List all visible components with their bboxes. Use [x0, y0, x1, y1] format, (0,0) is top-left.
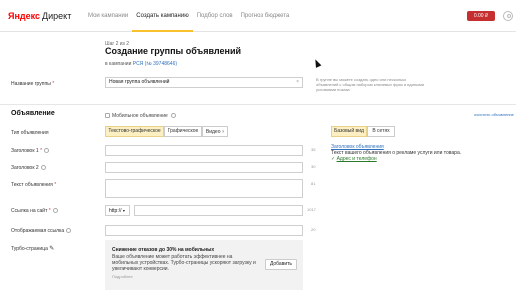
main-menu: Мои кампании Создать кампанию Подбор сло…: [84, 0, 293, 32]
turbo-title: Снижение отказов до 30% на мобильных: [112, 247, 215, 253]
campaign-prefix: в кампании: [105, 61, 132, 67]
ad-type-label: Тип объявления: [11, 130, 49, 136]
menu-my-campaigns[interactable]: Мои кампании: [84, 0, 132, 32]
url-input[interactable]: [134, 205, 303, 216]
help-icon[interactable]: [66, 228, 72, 234]
turbo-body: Ваше объявление может работать эффективн…: [112, 254, 256, 272]
menu-keyword-planner[interactable]: Подбор слов: [193, 0, 237, 32]
page-title: Создание группы объявлений: [105, 46, 242, 56]
preview-tab-networks[interactable]: В сетях: [367, 126, 395, 137]
help-icon[interactable]: [44, 148, 50, 154]
chevron-down-icon: ▾: [122, 208, 125, 213]
mouse-cursor: [312, 58, 322, 68]
url-label: Ссылка на сайт *: [11, 208, 58, 214]
divider: [0, 104, 516, 105]
type-video[interactable]: Видео ?: [202, 126, 228, 137]
ad-section-title: Объявление: [11, 110, 55, 117]
display-url-input[interactable]: [105, 225, 303, 236]
turbo-label: Турбо-страница ✎: [11, 246, 55, 252]
group-name-label: Название группы *: [11, 81, 55, 87]
clear-icon[interactable]: ×: [296, 78, 299, 87]
display-url-label: Отображаемая ссылка: [11, 228, 72, 234]
edit-icon[interactable]: ✎: [49, 246, 54, 252]
headline2-label: Заголовок 2: [11, 165, 46, 171]
preview-contact: ✓ Адрес и телефон: [331, 156, 377, 162]
mobile-ad-checkbox[interactable]: [105, 113, 110, 118]
help-icon[interactable]: [171, 113, 177, 119]
turbo-add-button[interactable]: Добавить: [265, 259, 297, 270]
campaign-line: в кампании РСЯ (№ 39748646): [105, 61, 177, 67]
top-bar: Яндекс Директ Мои кампании Создать кампа…: [0, 0, 516, 32]
headline1-label: Заголовок 1 *: [11, 148, 50, 154]
ad-text-counter: 81: [311, 181, 316, 186]
headline2-input[interactable]: [105, 162, 303, 173]
mobile-ad-label: Мобильное объявление: [112, 113, 177, 119]
campaign-link[interactable]: РСЯ (№ 39748646): [133, 61, 177, 67]
headline1-input[interactable]: [105, 145, 303, 156]
help-icon[interactable]: [52, 208, 58, 214]
headline1-counter: 35: [311, 147, 316, 152]
logo-yandex: Яндекс: [8, 11, 41, 21]
clear-ad-link[interactable]: очистить объявление: [474, 112, 514, 117]
turbo-more-link[interactable]: Подробнее: [112, 274, 133, 279]
type-text-image[interactable]: Текстово-графическое: [105, 126, 164, 137]
ad-text-label: Текст объявления *: [11, 182, 57, 188]
ad-text-input[interactable]: [105, 179, 303, 198]
help-icon[interactable]: [40, 165, 46, 171]
menu-create-campaign[interactable]: Создать кампанию: [132, 0, 193, 32]
url-protocol-select[interactable]: http:// ▾: [105, 205, 130, 216]
headline2-counter: 30: [311, 164, 316, 169]
user-icon[interactable]: [503, 11, 513, 21]
group-note: В группе вы можете создать одно или неск…: [316, 77, 424, 92]
type-image[interactable]: Графическое: [164, 126, 202, 137]
group-name-input[interactable]: Новая группа объявлений ×: [105, 77, 303, 88]
url-counter: 1017: [307, 207, 316, 212]
logo[interactable]: Яндекс Директ: [8, 10, 71, 22]
balance-badge[interactable]: 0.00 ₽: [467, 11, 495, 21]
menu-budget-forecast[interactable]: Прогноз бюджета: [237, 0, 294, 32]
logo-direct: Директ: [42, 11, 72, 21]
check-icon: ✓: [331, 156, 336, 162]
display-url-counter: 20: [311, 227, 316, 232]
preview-tab-basic[interactable]: Базовый вид: [331, 126, 367, 137]
